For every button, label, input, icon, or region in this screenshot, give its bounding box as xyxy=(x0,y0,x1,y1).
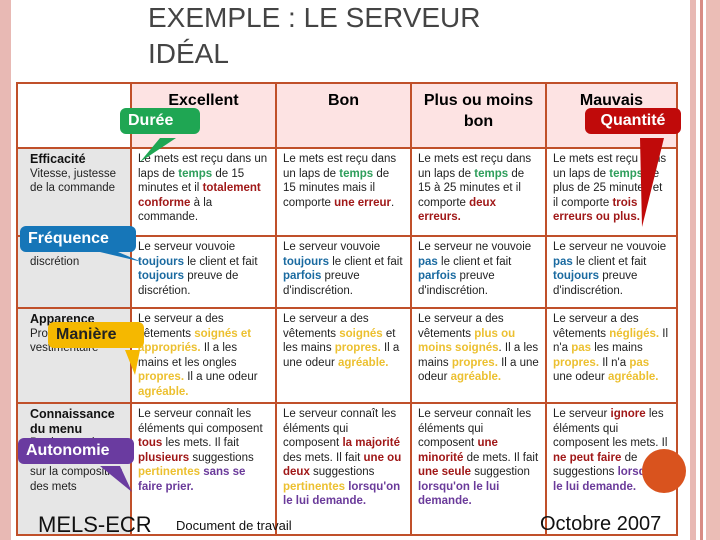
callout-frequence: Fréquence xyxy=(20,226,136,252)
callout-tail-maniere xyxy=(125,350,140,375)
callout-tail-autonomie xyxy=(100,466,132,492)
callout-maniere: Manière xyxy=(48,322,144,348)
footer-right: Octobre 2007 xyxy=(540,513,662,535)
callout-tail-quantite xyxy=(640,138,664,227)
callout-tail-frequence xyxy=(100,252,142,262)
footer-center: Document de travail xyxy=(176,518,292,533)
callout-autonomie: Autonomie xyxy=(18,438,134,464)
decor-circle xyxy=(642,449,686,493)
callout-tail-duree xyxy=(140,138,176,162)
callout-quantite: Quantité xyxy=(585,108,681,134)
callout-duree: Durée xyxy=(120,108,200,134)
footer-left: MELS-ECR xyxy=(38,512,152,537)
